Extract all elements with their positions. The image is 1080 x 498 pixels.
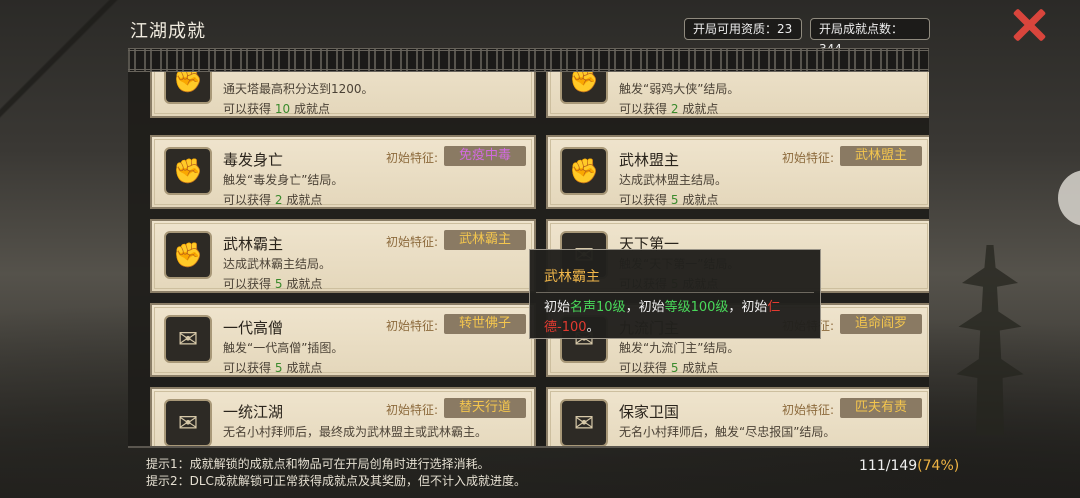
qualification-badge: 开局可用资质：23 [684,18,802,40]
achievement-name: 保家卫国 [619,403,680,421]
reward-suffix: 成就点 [293,102,330,116]
achievement-reward: 可以获得 2 成就点 [223,191,322,208]
progress-count: 111/149 [859,458,918,474]
achievement-card[interactable]: ✊ 武林盟主达成武林盟主结局。 可以获得 5 成就点 初始特征: 武林盟主 [546,135,929,209]
scroll-icon: ✉ [164,399,212,447]
trait-label: 初始特征: [385,319,438,333]
tooltip-text: ，初始 [625,300,665,315]
achievement-name: 一代高僧 [223,319,284,337]
achievement-card[interactable]: ✊ 触发“弱鸡大侠”结局。 可以获得 2 成就点 [546,72,929,118]
achievement-desc: 通天塔最高积分达到1200。 [223,82,374,96]
panel-top-border [128,48,929,72]
tooltip-text: 。 [586,320,600,335]
tooltip-level: 等级100级 [664,300,729,315]
hint-2: 提示2：DLC成就解锁可正常获得成就点及其奖励，但不计入成就进度。 [146,474,526,488]
trait-label: 初始特征: [385,151,438,165]
tooltip-divider [536,292,814,293]
achievement-card[interactable]: ✉ 一代高僧触发“一代高僧”插图。 可以获得 5 成就点 初始特征: 转世佛子 [150,303,536,377]
reward-points: 5 [670,361,679,375]
fist-icon: ✊ [560,72,608,104]
progress-percent: (74%) [917,458,960,474]
trait-badge: 匹夫有责 [840,398,922,418]
achievement-card[interactable]: ✉ 一统江湖无名小村拜师后，最终成为武林盟主或武林霸主。 初始特征: 替天行道 [150,387,536,448]
achievement-reward: 可以获得 10 成就点 [223,100,330,117]
trait-badge: 转世佛子 [444,314,526,334]
reward-prefix: 可以获得 [619,193,668,207]
reward-prefix: 可以获得 [223,361,272,375]
trait-badge: 免疫中毒 [444,146,526,166]
trait-label: 初始特征: [781,403,834,417]
achievement-desc: 无名小村拜师后，最终成为武林盟主或武林霸主。 [223,425,488,439]
achievement-name: 武林霸主 [223,235,284,253]
achievement-card[interactable]: ✊ 武林霸主达成武林霸主结局。 可以获得 5 成就点 初始特征: 武林霸主 [150,219,536,293]
achievement-desc: 无名小村拜师后，触发“尽忠报国”结局。 [619,425,836,439]
tooltip-body: 初始名声10级，初始等级100级，初始仁德-100。 [544,298,802,338]
trait-badge: 武林盟主 [840,146,922,166]
reward-prefix: 可以获得 [619,361,668,375]
fist-icon: ✊ [164,231,212,279]
achievement-card[interactable]: ✉ 保家卫国无名小村拜师后，触发“尽忠报国”结局。 初始特征: 匹夫有责 [546,387,929,448]
page-title: 江湖成就 [130,21,206,42]
trait-label: 初始特征: [385,403,438,417]
reward-prefix: 可以获得 [223,102,272,116]
reward-suffix: 成就点 [682,361,719,375]
trait-badge: 追命阎罗 [840,314,922,334]
reward-suffix: 成就点 [286,193,323,207]
achievement-name: 毒发身亡 [223,151,284,169]
achievement-reward: 可以获得 5 成就点 [619,359,718,376]
tooltip-text: 初始 [544,300,571,315]
achievement-desc: 触发“一代高僧”插图。 [223,341,344,355]
scroll-icon: ✉ [560,399,608,447]
side-drawer-handle[interactable] [1058,170,1080,226]
scroll-icon: ✉ [164,315,212,363]
reward-points: 10 [274,102,291,116]
achievement-desc: 达成武林盟主结局。 [619,173,728,187]
trait-label: 初始特征: [385,235,438,249]
achievement-reward: 可以获得 2 成就点 [619,100,718,117]
fist-icon: ✊ [164,72,212,104]
reward-suffix: 成就点 [286,277,323,291]
background-bamboo [0,0,120,150]
achievement-progress: 111/149(74%) [859,458,959,474]
reward-suffix: 成就点 [682,193,719,207]
achievement-desc: 触发“毒发身亡”结局。 [223,173,344,187]
trait-badge: 武林霸主 [444,230,526,250]
fist-icon: ✊ [560,147,608,195]
achievement-tooltip: 武林霸主 初始名声10级，初始等级100级，初始仁德-100。 [529,249,821,339]
tooltip-title: 武林霸主 [544,269,600,285]
reward-suffix: 成就点 [286,361,323,375]
achievement-reward: 可以获得 5 成就点 [223,275,322,292]
achievement-card[interactable]: ✊ 通天塔最高积分达到1200。 可以获得 10 成就点 [150,72,536,118]
reward-points: 5 [274,277,283,291]
trait-badge: 替天行道 [444,398,526,418]
achievement-card[interactable]: ✊ 毒发身亡触发“毒发身亡”结局。 可以获得 2 成就点 初始特征: 免疫中毒 [150,135,536,209]
achievement-points-badge: 开局成就点数：344 [810,18,930,56]
reward-prefix: 可以获得 [223,277,272,291]
achievement-reward: 可以获得 5 成就点 [223,359,322,376]
tooltip-text: ，初始 [728,300,768,315]
reward-points: 5 [670,193,679,207]
fist-icon: ✊ [164,147,212,195]
achievement-name: 武林盟主 [619,151,680,169]
reward-points: 2 [670,102,679,116]
reward-suffix: 成就点 [682,102,719,116]
panel-bottom-border [128,446,929,448]
achievement-name: 一统江湖 [223,403,284,421]
close-icon[interactable] [1009,5,1049,43]
achievement-reward: 可以获得 5 成就点 [619,191,718,208]
tooltip-fame: 名声10级 [570,300,626,315]
trait-label: 初始特征: [781,151,834,165]
hint-1: 提示1：成就解锁的成就点和物品可在开局创角时进行选择消耗。 [146,457,490,471]
reward-points: 5 [274,361,283,375]
reward-prefix: 可以获得 [619,102,668,116]
reward-prefix: 可以获得 [223,193,272,207]
achievement-desc: 触发“弱鸡大侠”结局。 [619,82,740,96]
achievement-desc: 触发“九流门主”结局。 [619,341,740,355]
achievement-desc: 达成武林霸主结局。 [223,257,332,271]
reward-points: 2 [274,193,283,207]
